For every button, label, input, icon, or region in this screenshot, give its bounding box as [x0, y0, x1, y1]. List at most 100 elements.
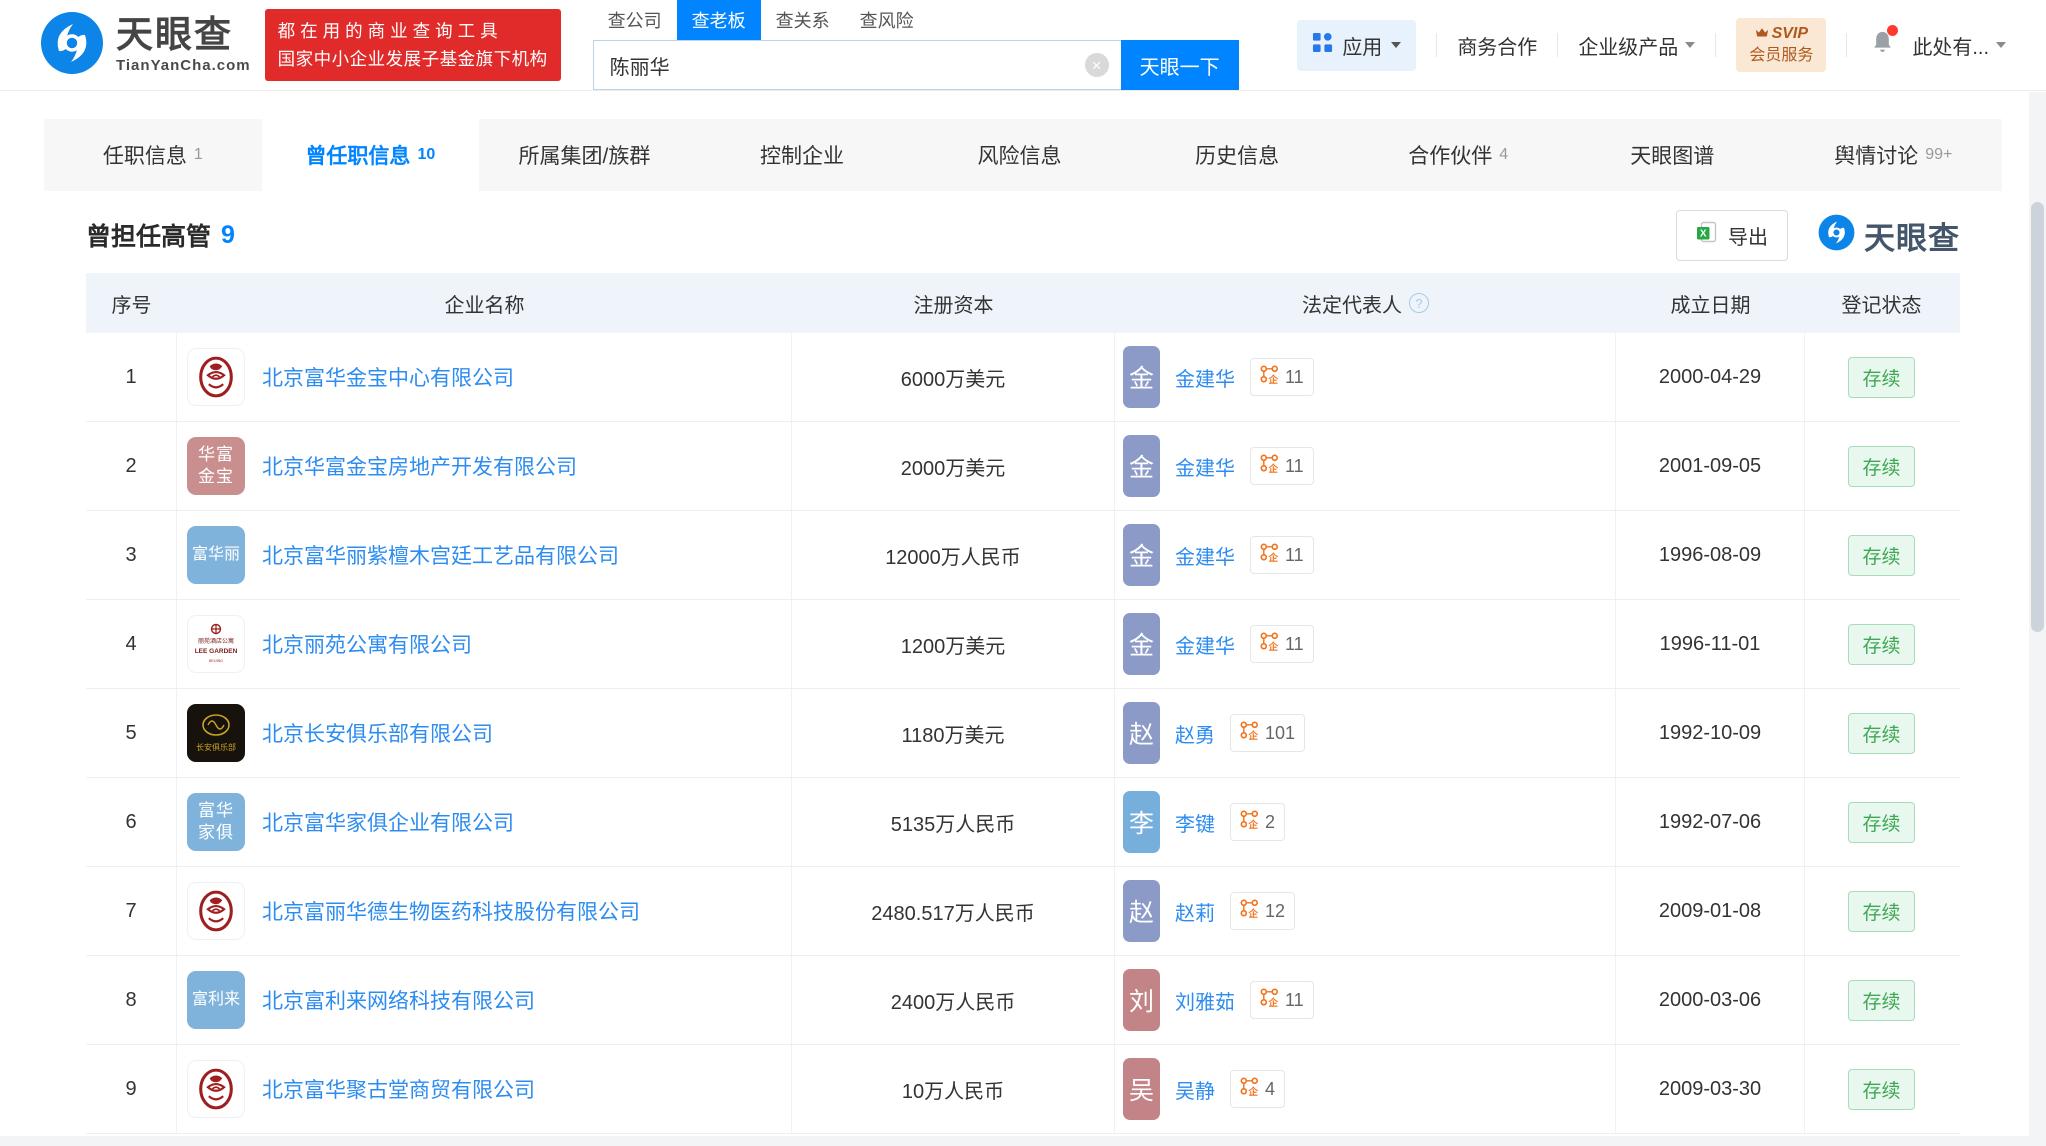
company-logo[interactable]: 富利来: [187, 971, 245, 1029]
search-tab[interactable]: 查公司: [593, 0, 677, 40]
company-link[interactable]: 北京富华家俱企业有限公司: [262, 807, 514, 837]
export-button[interactable]: X 导出: [1676, 210, 1788, 261]
chevron-down-icon: [1685, 42, 1695, 48]
brand-domain: TianYanCha.com: [116, 57, 251, 74]
company-link[interactable]: 北京富华丽紫檀木宫廷工艺品有限公司: [262, 540, 619, 570]
company-logo[interactable]: [187, 1060, 245, 1118]
company-logo[interactable]: 长安俱乐部: [187, 704, 245, 762]
company-link[interactable]: 北京丽苑公寓有限公司: [262, 629, 472, 659]
status-badge: 存续: [1848, 357, 1914, 398]
rep-link[interactable]: 李键: [1175, 808, 1215, 837]
rep-avatar[interactable]: 金: [1123, 346, 1160, 408]
svg-text:LEE GARDEN: LEE GARDEN: [195, 648, 238, 655]
rep-company-count-badge[interactable]: 企 12: [1230, 892, 1295, 930]
rep-company-count-badge[interactable]: 企 4: [1230, 1070, 1285, 1108]
company-link[interactable]: 北京华富金宝房地产开发有限公司: [262, 451, 577, 481]
company-logo[interactable]: 华富金宝: [187, 437, 245, 495]
company-logo[interactable]: 富华丽: [187, 526, 245, 584]
company-logo[interactable]: [187, 882, 245, 940]
establish-date: 2009-01-08: [1616, 867, 1805, 955]
company-logo[interactable]: 丽苑酒店公寓LEE GARDENBEIJING: [187, 615, 245, 673]
rep-company-count: 12: [1265, 901, 1285, 922]
nav-business[interactable]: 商务合作: [1457, 31, 1537, 60]
tianyancha-eye-icon: [1818, 214, 1855, 256]
page-tab[interactable]: 天眼图谱: [1567, 119, 1785, 191]
user-menu[interactable]: 此处有...: [1912, 31, 2006, 60]
rep-link[interactable]: 金建华: [1175, 630, 1235, 659]
tab-label: 风险信息: [978, 140, 1062, 170]
rep-link[interactable]: 赵勇: [1175, 719, 1215, 748]
company-logo[interactable]: 富华家俱: [187, 793, 245, 851]
org-icon: 企: [1240, 1077, 1259, 1101]
rep-link[interactable]: 金建华: [1175, 363, 1235, 392]
divider: [1715, 33, 1716, 57]
company-link[interactable]: 北京富利来网络科技有限公司: [262, 985, 535, 1015]
search-tab[interactable]: 查老板: [677, 0, 761, 40]
nav-enterprise[interactable]: 企业级产品: [1578, 31, 1695, 60]
company-link[interactable]: 北京长安俱乐部有限公司: [262, 718, 493, 748]
scrollbar[interactable]: [2029, 92, 2046, 1146]
rep-link[interactable]: 赵莉: [1175, 897, 1215, 926]
tianyancha-eye-icon: [40, 11, 104, 80]
rep-company-count-badge[interactable]: 企 11: [1250, 447, 1314, 485]
rep-avatar[interactable]: 金: [1123, 613, 1160, 675]
page-tab[interactable]: 风险信息: [914, 119, 1132, 191]
svip-badge[interactable]: SVIP 会员服务: [1736, 18, 1826, 71]
company-link[interactable]: 北京富华金宝中心有限公司: [262, 362, 514, 392]
rep-link[interactable]: 吴静: [1175, 1075, 1215, 1104]
rep-avatar[interactable]: 赵: [1123, 880, 1160, 942]
search-input[interactable]: [594, 41, 1085, 89]
tab-label: 所属集团/族群: [518, 140, 650, 170]
brand-logo[interactable]: 天眼查 TianYanCha.com: [40, 11, 251, 80]
page-tab[interactable]: 任职信息 1: [44, 119, 262, 191]
status-badge: 存续: [1848, 446, 1914, 487]
rep-company-count-badge[interactable]: 企 2: [1230, 803, 1285, 841]
page-tab[interactable]: 控制企业: [697, 119, 915, 191]
slogan-line2: 国家中小企业发展子基金旗下机构: [278, 45, 548, 73]
table-header: 序号 企业名称 注册资本 法定代表人 ? 成立日期 登记状态: [86, 273, 1960, 333]
apps-menu[interactable]: 应用: [1297, 20, 1416, 71]
table-row: 3 富华丽 北京富华丽紫檀木宫廷工艺品有限公司 12000万人民币 金 金建华 …: [86, 511, 1960, 600]
rep-link[interactable]: 刘雅茹: [1175, 986, 1235, 1015]
org-icon: 企: [1260, 543, 1279, 567]
rep-link[interactable]: 金建华: [1175, 541, 1235, 570]
rep-company-count-badge[interactable]: 企 11: [1250, 625, 1314, 663]
search-tab[interactable]: 查风险: [845, 0, 929, 40]
org-icon: 企: [1260, 988, 1279, 1012]
rep-avatar[interactable]: 赵: [1123, 702, 1160, 764]
notification-bell[interactable]: [1869, 29, 1896, 62]
page-tab[interactable]: 历史信息: [1132, 119, 1350, 191]
rep-company-count-badge[interactable]: 企 11: [1250, 981, 1314, 1019]
rep-avatar[interactable]: 金: [1123, 435, 1160, 497]
svg-text:BEIJING: BEIJING: [209, 659, 223, 663]
company-logo[interactable]: [187, 348, 245, 406]
clear-icon[interactable]: ×: [1085, 53, 1109, 77]
rep-company-count-badge[interactable]: 企 11: [1250, 358, 1314, 396]
scrollbar-thumb[interactable]: [2031, 202, 2044, 632]
page-tab[interactable]: 所属集团/族群: [479, 119, 697, 191]
rep-company-count-badge[interactable]: 企 101: [1230, 714, 1305, 752]
rep-company-count-badge[interactable]: 企 11: [1250, 536, 1314, 574]
column-header: 注册资本: [792, 273, 1115, 333]
rep-company-count: 11: [1285, 990, 1304, 1011]
rep-avatar[interactable]: 金: [1123, 524, 1160, 586]
divider: [1557, 33, 1558, 57]
page-tab[interactable]: 合作伙伴 4: [1349, 119, 1567, 191]
table-row: 2 华富金宝 北京华富金宝房地产开发有限公司 2000万美元 金 金建华 企: [86, 422, 1960, 511]
page-tab[interactable]: 曾任职信息 10: [262, 119, 480, 191]
table-body: 1 北京富华金宝中心有限公司 6000万美元 金 金建华 企 11: [86, 333, 1960, 1134]
status-badge: 存续: [1848, 980, 1914, 1021]
rep-avatar[interactable]: 李: [1123, 791, 1160, 853]
help-icon[interactable]: ?: [1409, 293, 1429, 313]
search-button[interactable]: 天眼一下: [1121, 40, 1239, 90]
company-link[interactable]: 北京富华聚古堂商贸有限公司: [262, 1074, 535, 1104]
column-header-label: 法定代表人: [1302, 289, 1402, 318]
rep-link[interactable]: 金建华: [1175, 452, 1235, 481]
company-link[interactable]: 北京富丽华德生物医药科技股份有限公司: [262, 896, 640, 926]
rep-avatar[interactable]: 吴: [1123, 1058, 1160, 1120]
search-tab[interactable]: 查关系: [761, 0, 845, 40]
rep-company-count: 11: [1285, 545, 1304, 566]
page-tab[interactable]: 舆情讨论 99+: [1785, 119, 2003, 191]
rep-avatar[interactable]: 刘: [1123, 969, 1160, 1031]
nav-business-label: 商务合作: [1457, 31, 1537, 60]
